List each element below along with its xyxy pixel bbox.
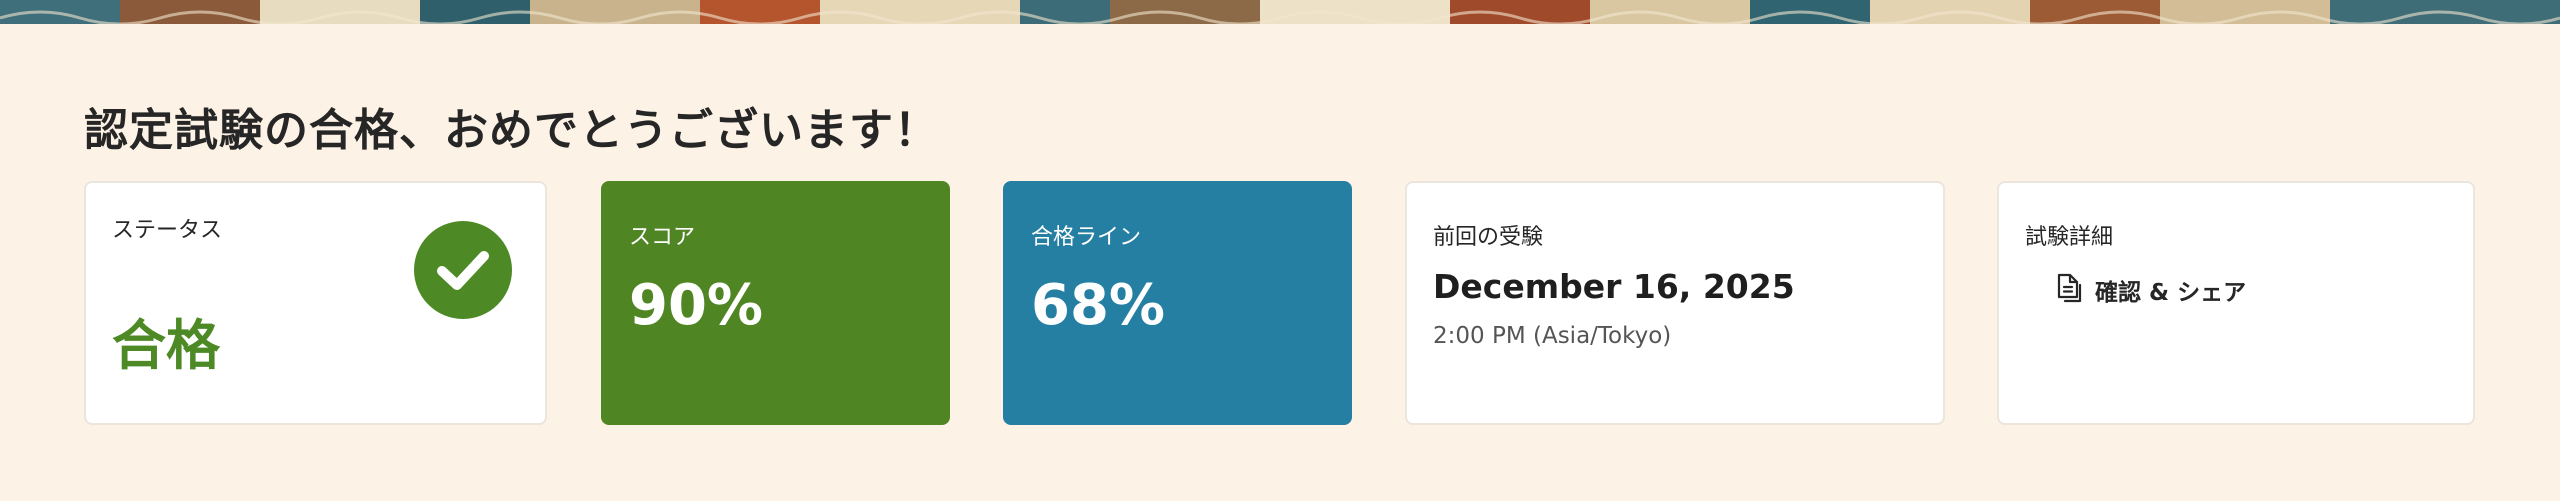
previous-exam-card: 前回の受験 December 16, 2025 2:00 PM (Asia/To…	[1405, 181, 1945, 425]
previous-exam-time: 2:00 PM (Asia/Tokyo)	[1433, 323, 1672, 349]
passing-score-label: 合格ライン	[1031, 225, 1142, 250]
status-card: ステータス 合格	[84, 181, 547, 425]
document-icon	[2055, 273, 2083, 307]
previous-exam-label: 前回の受験	[1433, 225, 1544, 250]
banner-pattern	[0, 0, 2560, 24]
score-card: スコア 90%	[601, 181, 950, 425]
review-and-share-link[interactable]: 確認 & シェア	[2055, 273, 2246, 307]
passing-score-card: 合格ライン 68%	[1003, 181, 1352, 425]
passing-score-value: 68%	[1031, 273, 1166, 338]
exam-details-card: 試験詳細 確認 & シェア	[1997, 181, 2475, 425]
exam-details-label: 試験詳細	[2025, 225, 2114, 250]
score-label: スコア	[629, 225, 696, 250]
decorative-banner	[0, 0, 2560, 24]
status-value: 合格	[112, 314, 220, 377]
previous-exam-date: December 16, 2025	[1433, 267, 1795, 306]
review-and-share-label: 確認 & シェア	[2095, 280, 2247, 306]
status-label: ステータス	[112, 218, 223, 243]
score-value: 90%	[629, 273, 764, 338]
check-circle-icon	[414, 221, 512, 319]
page-title: 認定試験の合格、おめでとうございます！	[84, 105, 939, 156]
